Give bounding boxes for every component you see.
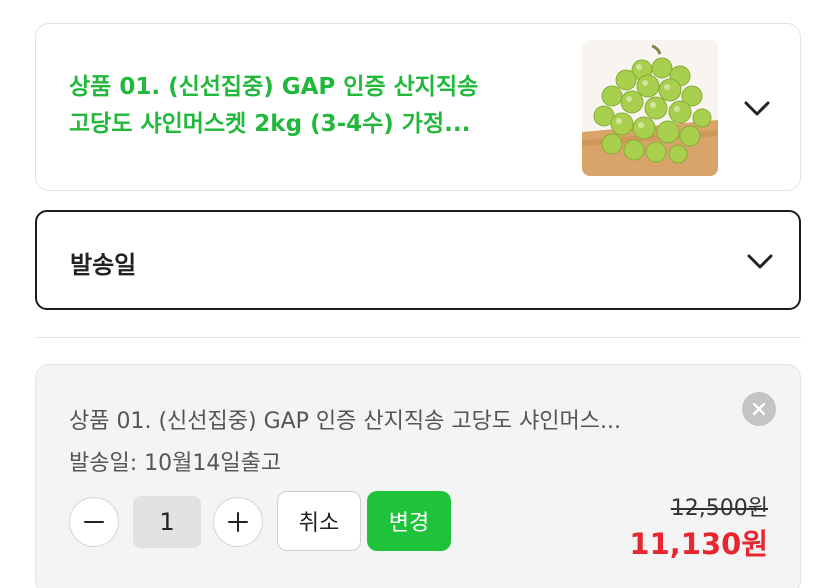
cancel-button[interactable]: 취소 xyxy=(277,491,361,551)
product-select-card[interactable]: 상품 01. (신선집중) GAP 인증 산지직송 고당도 샤인머스켓 2kg … xyxy=(35,23,801,191)
ship-date-select[interactable]: 발송일 xyxy=(35,210,801,310)
chevron-down-icon[interactable] xyxy=(744,245,776,277)
option-ship-date: 발송일: 10월14일출고 xyxy=(69,451,282,476)
close-icon xyxy=(752,402,766,416)
plus-icon xyxy=(228,512,248,532)
remove-option-button[interactable] xyxy=(742,392,776,426)
chevron-down-icon[interactable] xyxy=(741,92,773,124)
option-name: 상품 01. (신선집중) GAP 인증 산지직송 고당도 샤인머스... xyxy=(69,409,622,434)
quantity-value[interactable]: 1 xyxy=(133,496,201,548)
product-title: 상품 01. (신선집중) GAP 인증 산지직송 고당도 샤인머스켓 2kg … xyxy=(69,69,569,143)
divider xyxy=(35,337,801,338)
product-title-line2: 고당도 샤인머스켓 2kg (3-4수) 가정... xyxy=(69,111,471,137)
selected-option-card: 상품 01. (신선집중) GAP 인증 산지직송 고당도 샤인머스... 발송… xyxy=(35,364,801,588)
grape-image xyxy=(582,40,718,176)
original-price: 12,500원 xyxy=(670,496,768,521)
quantity-decrease-button[interactable] xyxy=(69,497,119,547)
product-title-line1: 상품 01. (신선집중) GAP 인증 산지직송 xyxy=(69,74,479,100)
sale-price: 11,130원 xyxy=(629,527,768,561)
minus-icon xyxy=(84,521,104,523)
change-button[interactable]: 변경 xyxy=(367,491,451,551)
ship-date-label: 발송일 xyxy=(70,251,137,279)
quantity-increase-button[interactable] xyxy=(213,497,263,547)
product-thumbnail xyxy=(582,40,718,176)
